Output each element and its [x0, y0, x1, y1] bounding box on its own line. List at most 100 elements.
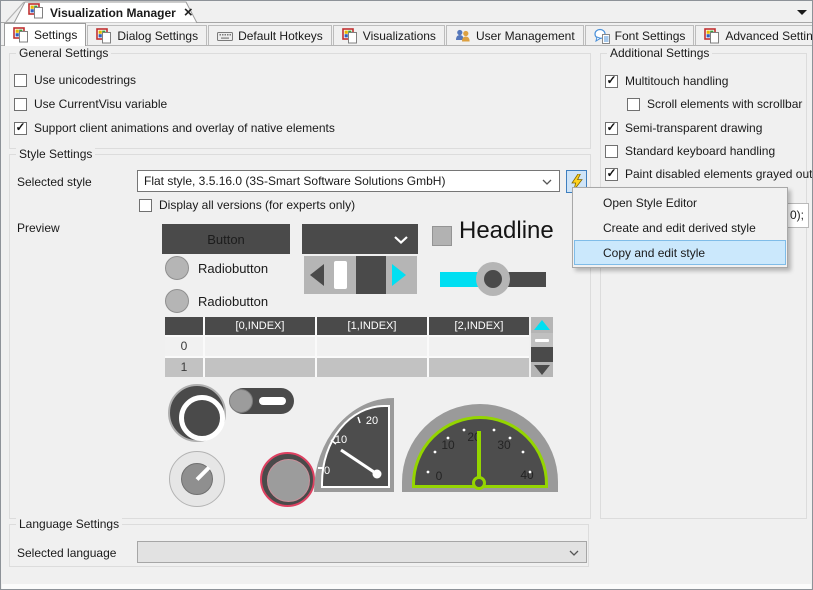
checkbox-display-all-versions[interactable]: Display all versions (for experts only) [139, 197, 355, 213]
arrow-left-icon [310, 264, 324, 286]
tab-strip: Settings Dialog Settings Default Hotkeys… [1, 23, 812, 46]
group-title: Language Settings [16, 517, 122, 531]
visualization-icon [704, 28, 720, 44]
preview-radiobutton [165, 289, 189, 313]
checkbox-use-currentvisu-variable[interactable]: Use CurrentVisu variable [14, 96, 167, 112]
preview-round-button [168, 384, 226, 442]
table-cell [205, 358, 315, 377]
keyboard-icon [217, 28, 233, 44]
checkbox[interactable] [605, 145, 618, 158]
checkbox[interactable] [605, 122, 618, 135]
checkbox[interactable] [14, 74, 27, 87]
selected-style-label: Selected style [17, 175, 92, 189]
table-header-cell [165, 317, 203, 335]
preview-radiobutton [165, 256, 189, 280]
style-options-context-menu: Open Style Editor Create and edit derive… [572, 187, 788, 268]
checkbox-label: Semi-transparent drawing [625, 121, 762, 135]
visualization-icon [342, 28, 358, 44]
checkbox-label: Use CurrentVisu variable [34, 97, 167, 111]
menu-item-copy-and-edit-style[interactable]: Copy and edit style [574, 240, 786, 265]
table-cell [317, 358, 427, 377]
tab-list-dropdown-icon[interactable] [797, 10, 807, 15]
selected-language-combobox[interactable] [137, 541, 587, 563]
visualization-icon [96, 28, 112, 44]
checkbox[interactable] [605, 75, 618, 88]
scrollbar-track [531, 347, 553, 362]
document-tab-bar: Visualization Manager [1, 1, 812, 23]
toggle-bar [259, 397, 286, 405]
preview-toggle-switch [230, 388, 294, 414]
checkbox-scroll-elements-with-scrollbar[interactable]: Scroll elements with scrollbar [627, 96, 802, 112]
gauge-needle [314, 398, 394, 492]
gauge-needle [402, 404, 558, 494]
preview-half-gauge: 0 10 20 30 40 [402, 404, 558, 494]
group-title: Additional Settings [607, 46, 712, 60]
checkbox[interactable] [605, 168, 618, 181]
scrollbar-thumb [531, 333, 553, 347]
group-title: Style Settings [16, 147, 95, 161]
arrow-down-icon [534, 365, 550, 375]
bottom-strip [2, 584, 811, 590]
tab-default-hotkeys[interactable]: Default Hotkeys [208, 25, 332, 45]
checkbox-label: Paint disabled elements grayed out [625, 167, 812, 181]
checkbox-label: Standard keyboard handling [625, 144, 775, 158]
preview-scrollbar-horizontal [304, 256, 417, 294]
tab-label: Settings [34, 28, 77, 42]
visualization-manager-icon [28, 3, 44, 22]
group-title: General Settings [16, 46, 111, 60]
table-header-cell: [1,INDEX] [317, 317, 427, 335]
menu-item-open-style-editor[interactable]: Open Style Editor [574, 190, 786, 215]
checkbox-multitouch-handling[interactable]: Multitouch handling [605, 73, 728, 89]
preview-radiobutton-label: Radiobutton [198, 261, 268, 276]
tab-settings[interactable]: Settings [4, 23, 86, 46]
chevron-down-icon [542, 179, 552, 185]
table-cell [205, 337, 315, 356]
chevron-down-icon [394, 236, 408, 244]
tab-font-settings[interactable]: Font Settings [585, 25, 695, 45]
tab-advanced-settings[interactable]: Advanced Settings [695, 25, 813, 45]
preview-button-label: Button [207, 232, 245, 247]
checkbox-support-client-animations[interactable]: Support client animations and overlay of… [14, 120, 335, 136]
thumb-grip [535, 339, 549, 342]
selected-style-combobox[interactable]: Flat style, 3.5.16.0 (3S-Smart Software … [137, 170, 560, 192]
document-tab-visualization-manager[interactable]: Visualization Manager [28, 3, 193, 22]
arrow-up-icon [534, 320, 550, 330]
table-cell [317, 337, 427, 356]
group-language-settings: Language Settings Selected language [9, 524, 589, 567]
checkbox-paint-disabled-elements-grayed-out[interactable]: Paint disabled elements grayed out [605, 166, 812, 182]
checkbox[interactable] [627, 98, 640, 111]
preview-rotary-knob [169, 451, 225, 507]
document-tab-title: Visualization Manager [50, 6, 176, 20]
checkbox-semi-transparent-drawing[interactable]: Semi-transparent drawing [605, 120, 762, 136]
checkbox-label: Support client animations and overlay of… [34, 121, 335, 135]
scrollbar-thumb [334, 261, 347, 289]
preview-label: Preview [17, 221, 60, 235]
toggle-knob [229, 389, 253, 413]
tab-user-management[interactable]: User Management [446, 25, 584, 45]
preview-headline-checkbox [432, 226, 452, 246]
table-row-label: 0 [165, 337, 203, 356]
preview-red-ring-button [260, 452, 315, 507]
preview-quarter-gauge: 0 10 20 [314, 398, 394, 492]
preview-button: Button [162, 224, 290, 254]
preview-combobox [302, 224, 418, 254]
chevron-down-icon [569, 550, 579, 556]
tab-label: User Management [476, 29, 575, 43]
selected-language-label: Selected language [17, 546, 116, 560]
preview-slider [440, 261, 546, 298]
checkbox[interactable] [139, 199, 152, 212]
preview-scrollbar-vertical [531, 317, 553, 377]
tab-label: Dialog Settings [117, 29, 198, 43]
checkbox-standard-keyboard-handling[interactable]: Standard keyboard handling [605, 143, 775, 159]
visualization-manager-window: Visualization Manager Settings Dialog Se… [0, 0, 813, 590]
checkbox[interactable] [14, 122, 27, 135]
tab-visualizations[interactable]: Visualizations [333, 25, 445, 45]
checkbox-use-unicodestrings[interactable]: Use unicodestrings [14, 72, 136, 88]
arrow-right-icon [392, 264, 406, 286]
menu-item-create-and-edit-derived-style[interactable]: Create and edit derived style [574, 215, 786, 240]
checkbox-label: Multitouch handling [625, 74, 728, 88]
tab-dialog-settings[interactable]: Dialog Settings [87, 25, 207, 45]
close-icon[interactable] [184, 6, 193, 20]
checkbox[interactable] [14, 98, 27, 111]
scrollbar-track-block [356, 256, 386, 294]
